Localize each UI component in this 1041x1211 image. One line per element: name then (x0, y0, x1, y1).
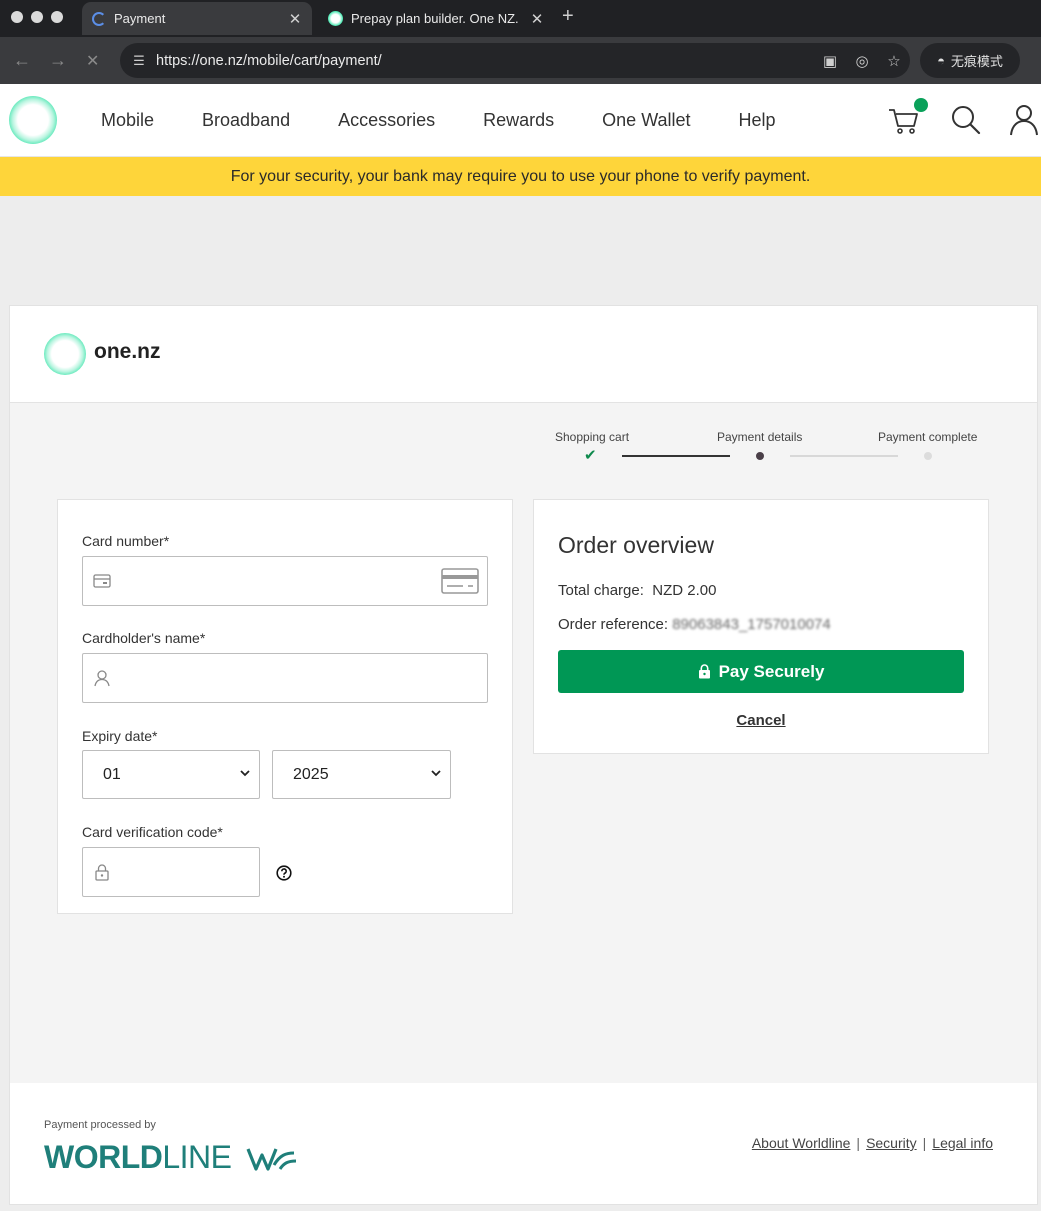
tab-payment[interactable]: Payment ✕ (82, 2, 312, 35)
incognito-indicator[interactable]: ◓ 无痕模式 (920, 43, 1020, 78)
chevron-down-icon (240, 770, 250, 777)
expiry-year-value: 2025 (293, 765, 329, 783)
window-zoom-button[interactable] (51, 11, 63, 23)
bookmark-star-icon[interactable]: ☆ (878, 52, 910, 70)
total-charge-label: Total charge: (558, 582, 644, 599)
search-icon[interactable] (948, 102, 984, 138)
expiry-date-label: Expiry date* (82, 728, 158, 744)
order-overview-panel: Order overview Total charge: NZD 2.00 Or… (533, 499, 989, 754)
tracking-protection-icon[interactable]: ◎ (846, 52, 878, 70)
expiry-month-value: 01 (103, 765, 121, 783)
legal-info-link[interactable]: Legal info (932, 1135, 993, 1151)
account-icon[interactable] (1006, 102, 1041, 138)
order-overview-title: Order overview (558, 532, 714, 558)
processed-by-label: Payment processed by (44, 1119, 156, 1131)
one-nz-favicon-icon (328, 11, 343, 26)
nav-accessories[interactable]: Accessories (338, 110, 435, 131)
browser-tab-bar: Payment ✕ Prepay plan builder. One NZ. ✕… (0, 0, 1041, 37)
step-line-pending (790, 455, 898, 457)
person-icon (94, 670, 110, 687)
card-number-label: Card number* (82, 533, 170, 549)
cvc-input[interactable] (82, 847, 260, 897)
help-icon[interactable] (276, 865, 292, 881)
worldline-mark-icon (246, 1148, 297, 1171)
worldline-logo-thin: LINE (162, 1139, 232, 1175)
worldline-logo-bold: WORLD (44, 1139, 163, 1175)
security-link[interactable]: Security (866, 1135, 917, 1151)
payment-card: one.nz Shopping cart Payment details Pay… (9, 305, 1038, 1205)
footer-links: About Worldline | Security | Legal info (752, 1135, 993, 1151)
worldline-logo: WORLDLINE (44, 1139, 232, 1176)
window-minimize-button[interactable] (31, 11, 43, 23)
link-separator: | (856, 1135, 861, 1151)
cvc-label: Card verification code* (82, 824, 223, 840)
chevron-down-icon (431, 770, 441, 777)
card-details-form: Card number* Cardholder's name* Expiry d… (57, 499, 513, 914)
incognito-icon: ◓ (937, 53, 945, 68)
card-header: one.nz (10, 306, 1037, 403)
order-reference: Order reference: 89063843_1757010074 (558, 616, 831, 633)
site-settings-icon[interactable]: ☰ (128, 53, 150, 69)
card-icon (93, 574, 111, 588)
total-charge-value: NZD 2.00 (652, 582, 717, 599)
nav-broadband[interactable]: Broadband (202, 110, 290, 131)
cardholder-name-input[interactable] (82, 653, 488, 703)
lock-icon (95, 864, 109, 881)
nav-rewards[interactable]: Rewards (483, 110, 554, 131)
site-header: Mobile Broadband Accessories Rewards One… (0, 84, 1041, 157)
tab-title: Payment (114, 11, 166, 26)
link-separator: | (922, 1135, 927, 1151)
close-icon[interactable]: ✕ (286, 10, 304, 28)
one-nz-logo (44, 333, 86, 375)
url-text[interactable]: https://one.nz/mobile/cart/payment/ (156, 53, 814, 69)
card-type-icon (441, 568, 479, 594)
nav-mobile[interactable]: Mobile (101, 110, 154, 131)
tab-title: Prepay plan builder. One NZ. (351, 11, 519, 26)
address-bar[interactable]: ☰ https://one.nz/mobile/cart/payment/ ▣ … (120, 43, 910, 78)
back-icon[interactable]: ← (13, 50, 31, 71)
expiry-year-select[interactable]: 2025 (272, 750, 451, 799)
incognito-label: 无痕模式 (950, 54, 1003, 69)
pay-securely-label: Pay Securely (718, 661, 825, 681)
nav-help[interactable]: Help (739, 110, 776, 131)
order-reference-label: Order reference: (558, 616, 669, 633)
cancel-link[interactable]: Cancel (534, 712, 988, 729)
loading-icon (92, 11, 106, 26)
main-nav: Mobile Broadband Accessories Rewards One… (101, 84, 824, 156)
tab-prepay-plan[interactable]: Prepay plan builder. One NZ. ✕ (318, 2, 554, 35)
check-icon: ✔ (584, 447, 597, 464)
browser-toolbar: ← → ✕ ☰ https://one.nz/mobile/cart/payme… (0, 37, 1041, 84)
step-dot-current (756, 452, 764, 460)
lock-icon (698, 664, 710, 679)
step-dot-pending (924, 452, 932, 460)
step-payment-details: Payment details (717, 430, 803, 444)
step-shopping-cart: Shopping cart (555, 430, 630, 444)
cardholder-name-label: Cardholder's name* (82, 630, 206, 646)
window-close-button[interactable] (11, 11, 23, 23)
order-reference-value: 89063843_1757010074 (672, 616, 831, 633)
translate-icon[interactable]: ▣ (814, 52, 846, 70)
card-number-input[interactable] (82, 556, 488, 606)
about-worldline-link[interactable]: About Worldline (752, 1135, 851, 1151)
security-banner-text: For your security, your bank may require… (230, 167, 811, 185)
cart-badge (914, 98, 928, 112)
payment-footer: Payment processed by WORLDLINE About Wor… (10, 1083, 1037, 1204)
step-line-complete (622, 455, 730, 457)
stop-loading-icon[interactable]: ✕ (86, 51, 99, 71)
new-tab-button[interactable]: + (562, 5, 574, 28)
close-icon[interactable]: ✕ (528, 10, 546, 28)
one-nz-logo[interactable] (9, 96, 57, 144)
total-charge: Total charge: NZD 2.00 (558, 582, 716, 599)
expiry-month-select[interactable]: 01 (82, 750, 260, 799)
pay-securely-button[interactable]: Pay Securely (558, 650, 964, 693)
brand-name: one.nz (94, 340, 161, 363)
step-payment-complete: Payment complete (878, 430, 978, 444)
checkout-stepper: Shopping cart Payment details Payment co… (540, 428, 1000, 468)
forward-icon[interactable]: → (49, 50, 67, 71)
security-banner: For your security, your bank may require… (0, 157, 1041, 196)
nav-one-wallet[interactable]: One Wallet (602, 110, 690, 131)
